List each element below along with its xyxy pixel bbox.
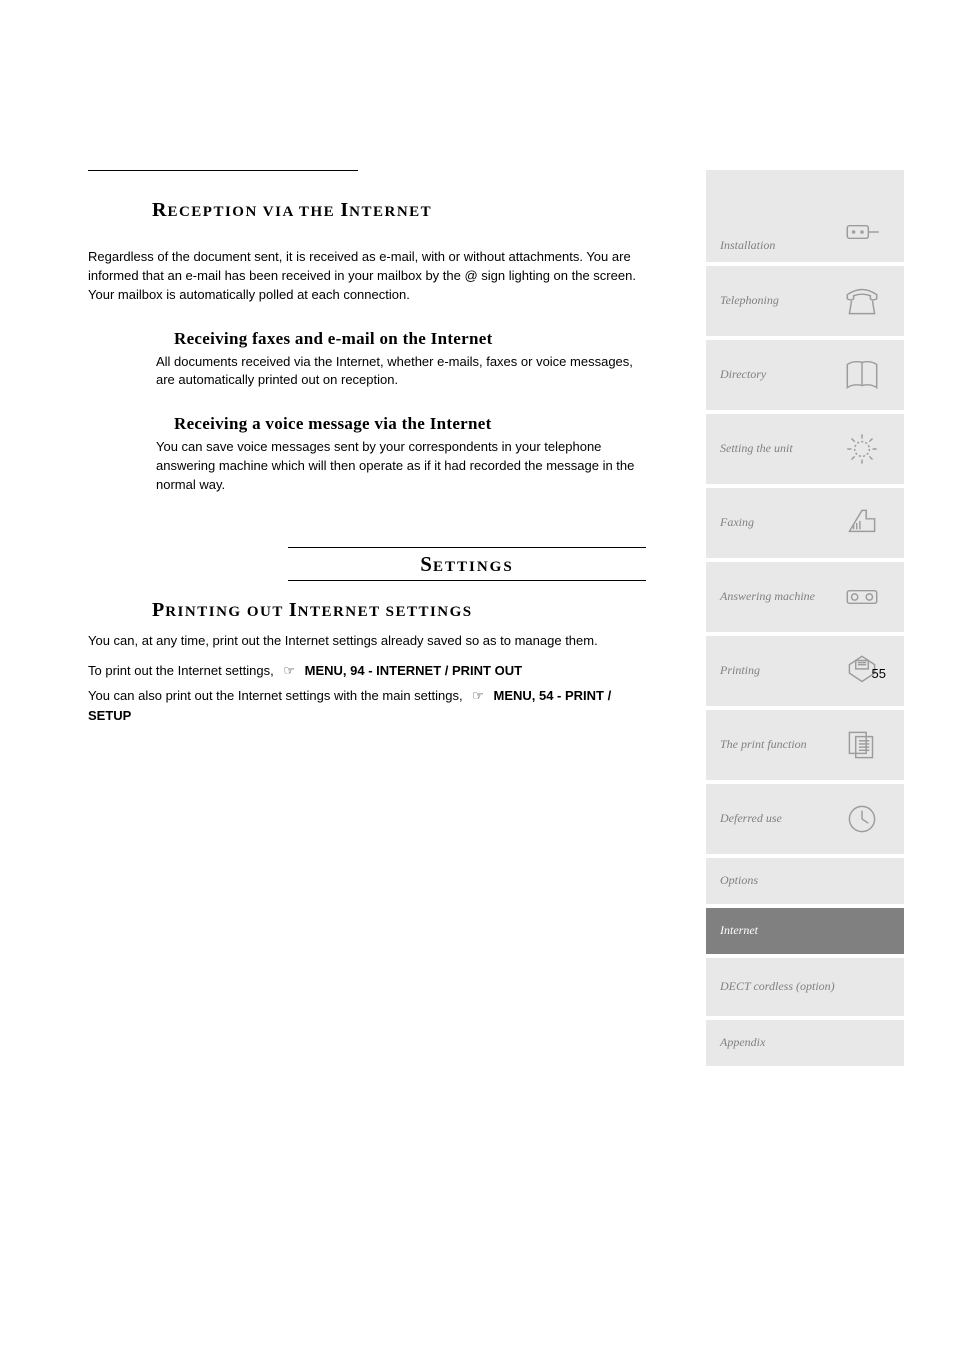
sub1-text: All documents received via the Internet,… bbox=[88, 353, 648, 391]
document-page: RECEPTION VIA THE INTERNET Regardless of… bbox=[0, 0, 954, 775]
tab-directory[interactable]: Directory bbox=[706, 336, 904, 410]
reception-heading: RECEPTION VIA THE INTERNET bbox=[152, 199, 648, 222]
sub-receiving-faxes: Receiving faxes and e-mail on the Intern… bbox=[88, 329, 648, 349]
settings-title-block: SETTINGS bbox=[288, 547, 646, 581]
sun-icon bbox=[840, 427, 884, 471]
pointer-icon: ☞ bbox=[472, 686, 484, 706]
sub-receiving-voice: Receiving a voice message via the Intern… bbox=[88, 414, 648, 434]
tab-answering-machine[interactable]: Answering machine bbox=[706, 558, 904, 632]
tab-internet[interactable]: Internet bbox=[706, 904, 904, 954]
reception-intro: Regardless of the document sent, it is r… bbox=[88, 248, 648, 305]
side-tabs: Installation Telephoning Directory Setti… bbox=[706, 170, 904, 1066]
settings-rule-bottom bbox=[288, 580, 646, 581]
pointer-icon: ☞ bbox=[283, 661, 295, 681]
tab-setting-unit[interactable]: Setting the unit bbox=[706, 410, 904, 484]
clock-icon bbox=[840, 797, 884, 841]
page-number: 55 bbox=[872, 666, 886, 681]
ref2-prefix: You can also print out the Internet sett… bbox=[88, 688, 463, 703]
settings-body: You can, at any time, print out the Inte… bbox=[88, 632, 648, 651]
book-icon bbox=[840, 353, 884, 397]
printing-heading: PRINTING OUT INTERNET SETTINGS bbox=[152, 599, 648, 622]
fax-icon bbox=[840, 501, 884, 545]
document-icon bbox=[840, 723, 884, 767]
main-content: RECEPTION VIA THE INTERNET Regardless of… bbox=[88, 170, 648, 725]
ref-line-1: To print out the Internet settings, ☞ ME… bbox=[88, 661, 648, 681]
ref-line-2: You can also print out the Internet sett… bbox=[88, 686, 648, 725]
ref1-prefix: To print out the Internet settings, bbox=[88, 663, 274, 678]
tab-installation[interactable]: Installation bbox=[706, 170, 904, 262]
socket-icon bbox=[840, 210, 884, 254]
section-divider bbox=[88, 170, 358, 171]
tape-icon bbox=[840, 575, 884, 619]
tab-appendix[interactable]: Appendix bbox=[706, 1016, 904, 1066]
tab-dect[interactable]: DECT cordless (option) bbox=[706, 954, 904, 1016]
tab-faxing[interactable]: Faxing bbox=[706, 484, 904, 558]
tab-print-function[interactable]: The print function bbox=[706, 706, 904, 780]
tab-deferred-use[interactable]: Deferred use bbox=[706, 780, 904, 854]
settings-title: SETTINGS bbox=[288, 548, 646, 580]
tab-options[interactable]: Options bbox=[706, 854, 904, 904]
phone-icon bbox=[840, 279, 884, 323]
sub2-text: You can save voice messages sent by your… bbox=[88, 438, 648, 495]
tab-telephoning[interactable]: Telephoning bbox=[706, 262, 904, 336]
ref1-menu: MENU, 94 - INTERNET / PRINT OUT bbox=[305, 663, 522, 678]
